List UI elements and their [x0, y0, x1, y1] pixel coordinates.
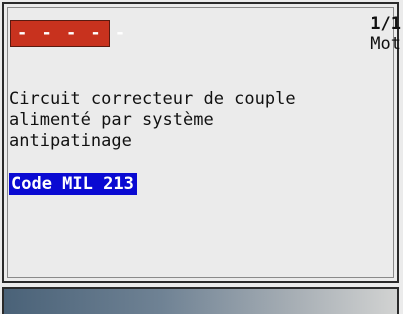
dtc-description: Circuit correcteur de couple alimenté pa…: [9, 89, 389, 152]
scan-tool-screen: - - - - - 1/1 Mot Circuit correcteur de …: [0, 0, 403, 314]
mil-code-highlight[interactable]: Code MIL 213: [9, 173, 137, 195]
description-line: Circuit correcteur de couple: [9, 89, 296, 109]
module-label: Mot: [370, 34, 401, 54]
record-counter: 1/1: [370, 14, 401, 34]
function-key-bar: [2, 287, 399, 314]
description-line: antipatinage: [9, 131, 132, 151]
dtc-code-box: - - - - -: [10, 20, 125, 47]
description-line: alimenté par système: [9, 110, 214, 130]
